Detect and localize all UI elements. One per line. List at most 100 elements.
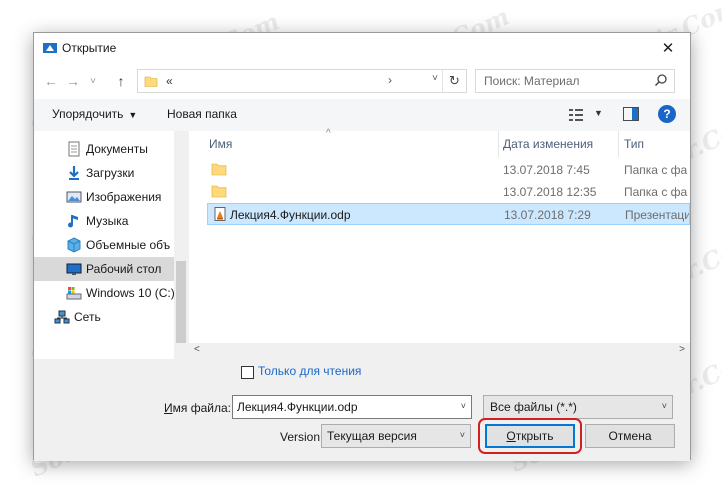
recent-locations-button[interactable]: ˅ (84, 71, 102, 91)
open-button[interactable]: Открыть (485, 424, 575, 448)
file-name: Лекция4.Функции.odp (230, 208, 351, 222)
organize-label: Упорядочить (52, 107, 124, 121)
file-date: 13.07.2018 12:35 (503, 185, 597, 199)
downloads-icon (69, 166, 79, 180)
sidebar-item[interactable]: Загрузки (34, 161, 174, 185)
filename-label: Имя файла: (164, 401, 231, 415)
readonly-checkbox[interactable] (241, 366, 254, 379)
scroll-left-icon[interactable]: < (194, 344, 200, 355)
sidebar-item[interactable]: Объемные объ (34, 233, 174, 257)
organize-button[interactable]: Упорядочить ▼ (52, 107, 137, 121)
preview-pane-icon[interactable] (623, 107, 639, 121)
sidebar-item-label: Объемные объ (86, 238, 171, 252)
file-type: Папка с файлами (624, 163, 688, 177)
arrow-up-icon: ↑ (117, 73, 125, 89)
filetype-value: Все файлы (*.*) (490, 400, 577, 414)
close-button[interactable]: ✕ (646, 33, 690, 63)
dialog-footer: Только для чтения Имя файла: Лекция4.Фун… (34, 359, 690, 461)
breadcrumb[interactable]: « (166, 74, 173, 88)
sidebar-item[interactable]: Windows 10 (C:) (34, 281, 174, 305)
open-button-mnemonic: О (506, 429, 516, 443)
sort-ascending-icon: ^ (326, 128, 331, 139)
refresh-icon: ↻ (449, 73, 460, 88)
sidebar-item-label: Изображения (86, 190, 162, 204)
file-date: 13.07.2018 7:29 (504, 208, 591, 222)
up-button[interactable]: ↑ (112, 71, 130, 91)
address-row: ← → ˅ ↑ « › ˅ ↻ Поиск: Материал (34, 63, 690, 99)
search-placeholder: Поиск: Материал (484, 74, 580, 88)
help-icon[interactable]: ? (658, 105, 676, 123)
sidebar-item-label: Загрузки (86, 166, 135, 180)
file-type: Папка с файлами (624, 185, 688, 199)
refresh-button[interactable]: ↻ (442, 70, 466, 92)
sidebar-item[interactable]: Рабочий стол (34, 257, 174, 281)
title-bar: Открытие ✕ (34, 33, 690, 63)
sidebar-item-label: Музыка (86, 214, 129, 228)
libreoffice-icon (43, 43, 57, 53)
presentation-icon (214, 207, 226, 221)
file-date: 13.07.2018 7:45 (503, 163, 590, 177)
chevron-down-icon: ˅ (459, 430, 465, 440)
search-input[interactable]: Поиск: Материал (475, 69, 675, 93)
new-folder-label: Новая папка (167, 107, 237, 121)
filename-field[interactable]: Лекция4.Функции.odp ˅ (232, 395, 472, 419)
filename-value: Лекция4.Функции.odp (237, 400, 358, 414)
music-icon (68, 215, 78, 228)
drive-icon (66, 287, 82, 300)
readonly-label[interactable]: Только для чтения (258, 364, 361, 378)
desktop-icon (66, 263, 82, 275)
help-glyph: ? (663, 107, 671, 121)
search-icon (654, 74, 667, 87)
address-dropdown-icon[interactable]: ˅ (432, 73, 438, 84)
back-button[interactable]: ← (42, 71, 60, 91)
nav-scrollbar-thumb[interactable] (176, 261, 186, 343)
pictures-icon (66, 191, 82, 203)
folder-icon (211, 185, 227, 198)
version-value: Текущая версия (327, 429, 417, 443)
command-toolbar: Упорядочить ▼ Новая папка ▼ ? (34, 99, 690, 131)
network-icon (54, 310, 70, 324)
3d-objects-icon (67, 237, 81, 253)
column-divider[interactable] (618, 131, 619, 157)
sidebar-item-label: Windows 10 (C:) (86, 286, 174, 300)
address-bar[interactable]: « › ˅ ↻ (137, 69, 467, 93)
version-select[interactable]: Текущая версия ˅ (321, 424, 471, 448)
view-caret-icon[interactable]: ▼ (594, 108, 603, 118)
column-name-header[interactable]: Имя (209, 137, 232, 151)
sidebar-item[interactable]: Документы (34, 137, 174, 161)
navigation-pane: Документы Загрузки Изображения Музыка Объемн… (34, 131, 188, 359)
column-date-header[interactable]: Дата изменения (503, 137, 593, 151)
sidebar-item[interactable]: Изображения (34, 185, 174, 209)
column-divider[interactable] (498, 131, 499, 157)
file-row[interactable]: Лекция4.Функции.odp 13.07.2018 7:29 Презен… (207, 203, 690, 225)
cancel-button[interactable]: Отмена (585, 424, 675, 448)
sidebar-item-label: Документы (86, 142, 148, 156)
version-label: Version (280, 430, 321, 444)
sidebar-item-label: Рабочий стол (86, 262, 162, 276)
file-row[interactable]: 13.07.2018 7:45 Папка с файлами (207, 159, 690, 181)
chevron-down-icon[interactable]: ˅ (461, 401, 466, 411)
breadcrumb-chevron-icon[interactable]: › (388, 73, 392, 87)
sidebar-item-label: Сеть (74, 310, 101, 324)
chevron-down-icon: ˅ (90, 75, 96, 87)
sidebar-item[interactable]: Сеть (34, 305, 174, 329)
sidebar-item[interactable]: Музыка (34, 209, 174, 233)
horizontal-scrollbar[interactable]: < > (189, 343, 690, 359)
arrow-left-icon: ← (44, 73, 58, 89)
file-row[interactable]: 13.07.2018 12:35 Папка с файлами (207, 181, 690, 203)
close-icon: ✕ (661, 40, 675, 57)
window-title: Открытие (62, 41, 117, 55)
file-type: Презентация Ope (625, 208, 689, 222)
nav-scrollbar[interactable] (174, 131, 188, 359)
filetype-select[interactable]: Все файлы (*.*) ˅ (483, 395, 673, 419)
forward-button[interactable]: → (64, 71, 82, 91)
new-folder-button[interactable]: Новая папка (167, 107, 237, 121)
arrow-right-icon: → (66, 73, 80, 89)
chevron-down-icon: ˅ (661, 401, 667, 411)
open-button-label: ткрыть (515, 429, 554, 443)
view-options-icon[interactable] (568, 108, 584, 122)
documents-icon (68, 141, 80, 157)
scroll-right-icon[interactable]: > (679, 344, 685, 355)
open-file-dialog: Открытие ✕ ← → ˅ ↑ « › ˅ ↻ Поиск: Матери… (33, 32, 691, 461)
column-type-header[interactable]: Тип (624, 137, 644, 151)
